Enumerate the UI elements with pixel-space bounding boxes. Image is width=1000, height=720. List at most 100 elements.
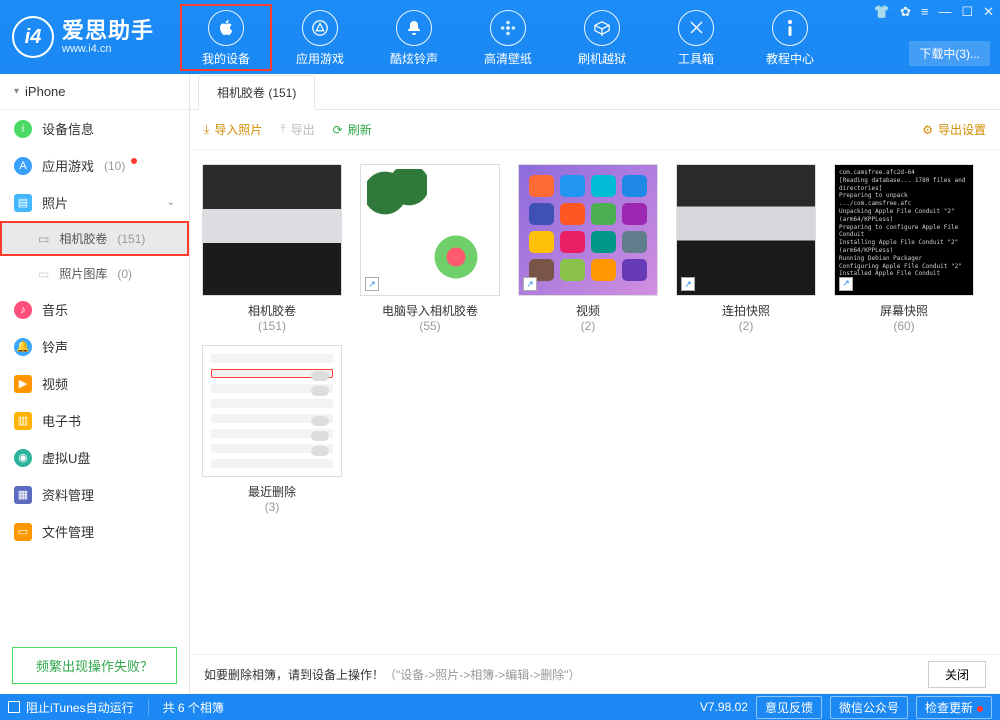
- tools-icon: [678, 10, 714, 46]
- sidebar-item-apps[interactable]: A应用游戏 (10): [0, 147, 189, 184]
- tip-bar: 如要删除相簿，请到设备上操作！ （"设备->照片->相簿->编辑->删除"） 关…: [190, 654, 1000, 694]
- sidebar-item-ebooks[interactable]: ▥电子书: [0, 402, 189, 439]
- sidebar-item-data-mgmt[interactable]: ▦资料管理: [0, 476, 189, 513]
- import-photos-button[interactable]: ⤓导入照片: [204, 121, 262, 138]
- album-thumb: com.camsfree.afc2d-64 [Reading database.…: [834, 164, 974, 296]
- tip-path: （"设备->照片->相簿->编辑->删除"）: [384, 666, 581, 683]
- checkbox-icon: [8, 701, 20, 713]
- app-site: www.i4.cn: [62, 43, 154, 55]
- main-nav: 我的设备 应用游戏 酷炫铃声 高清壁纸 刷机越狱 工具箱 教程中心: [180, 4, 836, 71]
- app-logo: i4 爱思助手 www.i4.cn: [0, 16, 170, 58]
- sidebar-item-music[interactable]: ♪音乐: [0, 291, 189, 328]
- shortcut-icon: ↗: [839, 277, 853, 291]
- apple-icon: [208, 10, 244, 46]
- sidebar-item-udisk[interactable]: ◉虚拟U盘: [0, 439, 189, 476]
- info-icon: i: [14, 120, 32, 138]
- music-icon: ♪: [14, 301, 32, 319]
- album-grid: 相机胶卷(151) ↗电脑导入相机胶卷(55) ↗视频(2) ↗连拍快照(2) …: [200, 164, 990, 514]
- maximize-icon[interactable]: ☐: [961, 4, 973, 20]
- app-header: i4 爱思助手 www.i4.cn 我的设备 应用游戏 酷炫铃声 高清壁纸 刷机…: [0, 0, 1000, 74]
- video-icon: ▶: [14, 375, 32, 393]
- minimize-icon[interactable]: —: [938, 4, 951, 20]
- folder-icon: ▭: [38, 232, 49, 246]
- nav-tools[interactable]: 工具箱: [650, 4, 742, 71]
- main-panel: 相机胶卷 (151) ⤓导入照片 ⤒导出 ⟳刷新 ⚙导出设置 相机胶卷(151)…: [190, 74, 1000, 694]
- box-icon: [584, 10, 620, 46]
- bell-icon: [396, 10, 432, 46]
- album-item[interactable]: 相机胶卷(151): [200, 164, 344, 333]
- close-button[interactable]: 关闭: [928, 661, 986, 688]
- badge-dot: [977, 706, 983, 712]
- sidebar-item-ringtones[interactable]: 🔔铃声: [0, 328, 189, 365]
- import-icon: ⤓: [204, 122, 209, 137]
- chevron-down-icon: ▾: [14, 86, 19, 97]
- bell-icon: 🔔: [14, 338, 32, 356]
- chevron-down-icon: ⌄: [167, 197, 175, 208]
- refresh-icon: ⟳: [333, 123, 343, 137]
- album-thumb: [202, 164, 342, 296]
- sidebar-item-device-info[interactable]: i设备信息: [0, 110, 189, 147]
- folder-icon: ▭: [38, 267, 49, 281]
- folder-icon: ▭: [14, 523, 32, 541]
- nav-apps[interactable]: 应用游戏: [274, 4, 366, 71]
- app-name: 爱思助手: [62, 19, 154, 43]
- sidebar-item-file-mgmt[interactable]: ▭文件管理: [0, 513, 189, 550]
- badge-dot: [131, 158, 137, 164]
- info-icon: [772, 10, 808, 46]
- device-selector[interactable]: ▾ iPhone: [0, 74, 189, 110]
- settings-icon[interactable]: ✿: [900, 4, 911, 20]
- album-thumb: ↗: [676, 164, 816, 296]
- nav-my-device[interactable]: 我的设备: [180, 4, 272, 71]
- toolbar: ⤓导入照片 ⤒导出 ⟳刷新 ⚙导出设置: [190, 110, 1000, 150]
- export-button[interactable]: ⤒导出: [280, 121, 314, 138]
- status-bar: 阻止iTunes自动运行 共 6 个相簿 V7.98.02 意见反馈 微信公众号…: [0, 694, 1000, 720]
- album-item[interactable]: com.camsfree.afc2d-64 [Reading database.…: [832, 164, 976, 333]
- sidebar-item-photos[interactable]: ▤照片⌄: [0, 184, 189, 221]
- disk-icon: ◉: [14, 449, 32, 467]
- album-item[interactable]: ↗连拍快照(2): [674, 164, 818, 333]
- shortcut-icon: ↗: [365, 277, 379, 291]
- appstore-icon: [302, 10, 338, 46]
- menu-icon[interactable]: ≡: [921, 4, 929, 20]
- sidebar-item-photo-library[interactable]: ▭ 照片图库 (0): [0, 256, 189, 291]
- gear-icon: ⚙: [922, 123, 933, 137]
- tip-text: 如要删除相簿，请到设备上操作！: [204, 666, 384, 683]
- check-update-button[interactable]: 检查更新: [916, 696, 992, 719]
- download-status-button[interactable]: 下载中(3)...: [909, 41, 990, 66]
- feedback-button[interactable]: 意见反馈: [756, 696, 822, 719]
- photos-icon: ▤: [14, 194, 32, 212]
- shortcut-icon: ↗: [523, 277, 537, 291]
- shortcut-icon: ↗: [681, 277, 695, 291]
- album-count-label: 共 6 个相簿: [163, 699, 224, 716]
- close-icon[interactable]: ✕: [983, 4, 994, 20]
- album-thumb: ↗: [518, 164, 658, 296]
- export-icon: ⤒: [280, 122, 285, 137]
- album-item[interactable]: ↗视频(2): [516, 164, 660, 333]
- book-icon: ▥: [14, 412, 32, 430]
- data-icon: ▦: [14, 486, 32, 504]
- export-settings-button[interactable]: ⚙导出设置: [922, 121, 986, 138]
- album-item[interactable]: ↗电脑导入相机胶卷(55): [358, 164, 502, 333]
- version-label: V7.98.02: [700, 700, 748, 714]
- album-thumb: ↗: [360, 164, 500, 296]
- tab-row: 相机胶卷 (151): [190, 74, 1000, 110]
- appstore-icon: A: [14, 157, 32, 175]
- logo-icon: i4: [12, 16, 54, 58]
- wechat-button[interactable]: 微信公众号: [830, 696, 908, 719]
- sidebar-item-videos[interactable]: ▶视频: [0, 365, 189, 402]
- nav-ringtones[interactable]: 酷炫铃声: [368, 4, 460, 71]
- flower-icon: [490, 10, 526, 46]
- sidebar-item-camera-roll[interactable]: ▭ 相机胶卷 (151): [0, 221, 189, 256]
- album-thumb: [202, 345, 342, 477]
- tab-camera-roll[interactable]: 相机胶卷 (151): [198, 75, 315, 110]
- tshirt-icon[interactable]: 👕: [874, 4, 890, 20]
- nav-jailbreak[interactable]: 刷机越狱: [556, 4, 648, 71]
- refresh-button[interactable]: ⟳刷新: [333, 121, 372, 138]
- album-item[interactable]: 最近删除(3): [200, 345, 344, 514]
- faq-banner[interactable]: 频繁出现操作失败？: [12, 647, 177, 684]
- nav-tutorials[interactable]: 教程中心: [744, 4, 836, 71]
- nav-wallpapers[interactable]: 高清壁纸: [462, 4, 554, 71]
- itunes-block-checkbox[interactable]: 阻止iTunes自动运行: [8, 699, 134, 716]
- sidebar: ▾ iPhone i设备信息 A应用游戏 (10) ▤照片⌄ ▭ 相机胶卷 (1…: [0, 74, 190, 694]
- window-controls: 👕 ✿ ≡ — ☐ ✕: [874, 4, 994, 20]
